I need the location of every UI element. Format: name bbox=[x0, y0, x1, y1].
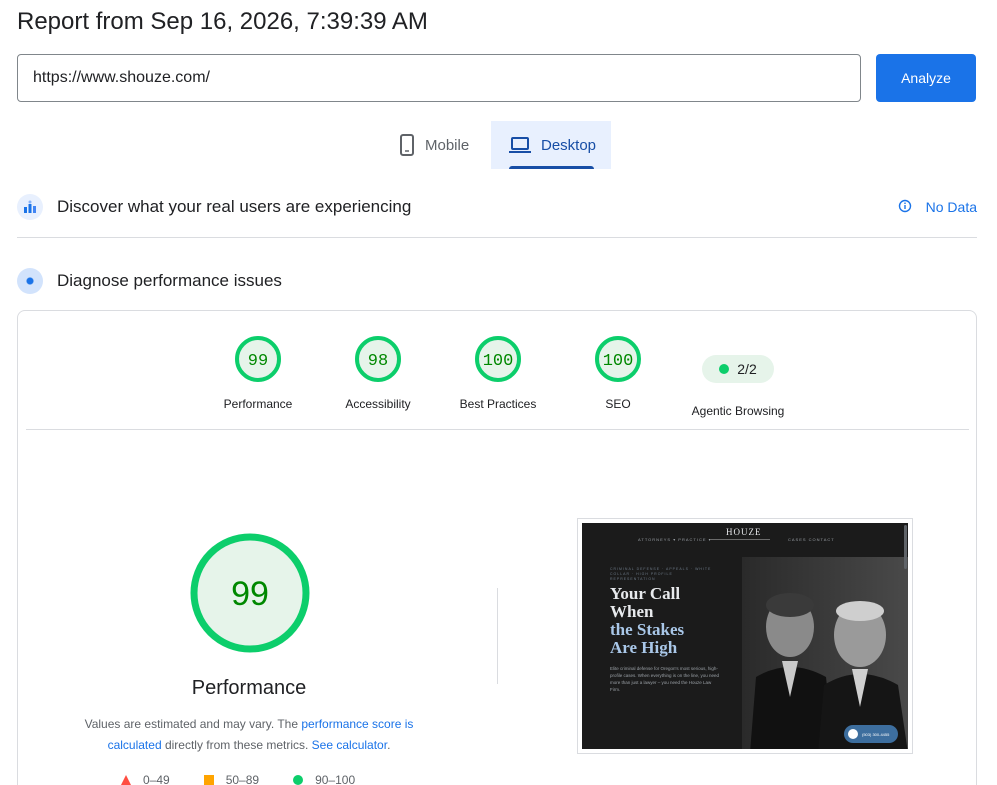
section-divider bbox=[17, 237, 977, 238]
gauge-performance[interactable]: 99 Performance bbox=[198, 335, 318, 411]
gauge-performance-value: 99 bbox=[248, 352, 268, 371]
legend-fail: 0–49 bbox=[121, 773, 170, 785]
explain-text-2: directly from these metrics. bbox=[161, 738, 312, 752]
legend-average: 50–89 bbox=[203, 773, 260, 785]
screenshot-logo-line bbox=[710, 539, 770, 540]
explain-text-3: . bbox=[387, 738, 391, 752]
screenshot-content: ATTORNEYS ▾ PRACTICE ▾ CASES CONTACT HOU… bbox=[582, 523, 908, 749]
pass-dot-icon bbox=[719, 364, 730, 374]
legend-pass: 90–100 bbox=[293, 773, 355, 785]
users-chart-icon bbox=[17, 194, 43, 220]
gauge-accessibility[interactable]: 98 Accessibility bbox=[318, 335, 438, 411]
score-gauges: 99 Performance 98 Accessibility 100 Best… bbox=[18, 335, 978, 435]
analyze-button[interactable]: Analyze bbox=[876, 54, 976, 102]
vertical-divider bbox=[497, 588, 498, 684]
screenshot-body: Elite criminal defense for Oregon's most… bbox=[610, 666, 720, 692]
diagnose-title: Diagnose performance issues bbox=[57, 271, 282, 290]
attorneys-photo bbox=[742, 557, 908, 749]
no-data-label: No Data bbox=[925, 199, 977, 215]
info-icon bbox=[898, 199, 912, 216]
screenshot-nav-left: ATTORNEYS ▾ PRACTICE ▾ bbox=[638, 537, 712, 542]
screenshot-call-button: (503) 300-4455 bbox=[844, 725, 898, 743]
gauge-best-practices-label: Best Practices bbox=[459, 397, 537, 411]
page-screenshot: ATTORNEYS ▾ PRACTICE ▾ CASES CONTACT HOU… bbox=[577, 518, 913, 754]
tab-mobile-label: Mobile bbox=[425, 136, 470, 154]
score-legend: 0–49 50–89 90–100 bbox=[121, 773, 389, 785]
agentic-label: Agentic Browsing bbox=[691, 404, 785, 418]
gauge-best-practices[interactable]: 100 Best Practices bbox=[438, 335, 558, 411]
headline-line-2: When bbox=[610, 602, 654, 621]
tab-desktop[interactable]: Desktop bbox=[491, 121, 611, 169]
gauge-performance-label: Performance bbox=[223, 397, 293, 411]
tab-selected-indicator bbox=[509, 166, 594, 169]
no-data-link[interactable]: No Data bbox=[898, 190, 977, 224]
gauge-agentic-browsing[interactable]: 2/2 Agentic Browsing bbox=[678, 335, 798, 418]
screenshot-kicker: CRIMINAL DEFENSE · APPEALS · WHITE COLLA… bbox=[610, 567, 712, 581]
agentic-value: 2/2 bbox=[737, 361, 757, 377]
headline-line-1: Your Call bbox=[610, 584, 681, 603]
legend-fail-label: 0–49 bbox=[143, 773, 170, 785]
screenshot-call-label: (503) 300-4455 bbox=[862, 731, 890, 737]
performance-explanation: Values are estimated and may vary. The p… bbox=[68, 714, 430, 756]
triangle-icon bbox=[121, 775, 131, 785]
card-divider bbox=[26, 429, 969, 430]
diagnose-section: Diagnose performance issues bbox=[17, 264, 977, 298]
screenshot-logo: HOUZE bbox=[726, 527, 762, 537]
agentic-pill: 2/2 bbox=[702, 355, 774, 383]
headline-line-3: the Stakes bbox=[610, 620, 685, 639]
crux-title: Discover what your real users are experi… bbox=[57, 197, 412, 216]
legend-pass-label: 90–100 bbox=[315, 773, 356, 785]
screenshot-scrollbar bbox=[904, 525, 907, 569]
gauge-accessibility-value: 98 bbox=[368, 352, 388, 371]
screenshot-headline: Your Call When the Stakes Are High bbox=[610, 585, 684, 657]
performance-big-value: 99 bbox=[231, 575, 269, 613]
see-calculator-link[interactable]: See calculator bbox=[312, 738, 387, 752]
crux-section: Discover what your real users are experi… bbox=[17, 190, 977, 224]
gauge-best-practices-value: 100 bbox=[483, 352, 514, 371]
performance-title: Performance bbox=[191, 677, 307, 699]
headline-line-4: Are High bbox=[610, 638, 678, 657]
gauge-seo-label: SEO bbox=[605, 397, 631, 411]
url-input[interactable] bbox=[17, 54, 861, 102]
gauge-accessibility-label: Accessibility bbox=[345, 397, 411, 411]
phone-icon bbox=[848, 729, 858, 739]
performance-big-gauge: 99 bbox=[190, 533, 310, 653]
gauge-seo-value: 100 bbox=[603, 352, 634, 371]
lighthouse-card: 99 Performance 98 Accessibility 100 Best… bbox=[17, 310, 977, 785]
legend-average-label: 50–89 bbox=[225, 773, 260, 785]
tab-mobile[interactable]: Mobile bbox=[381, 121, 491, 169]
explain-text-1: Values are estimated and may vary. The bbox=[84, 717, 302, 731]
circle-icon bbox=[293, 775, 304, 785]
screenshot-nav-right: CASES CONTACT bbox=[788, 537, 835, 542]
laptop-icon bbox=[509, 136, 531, 154]
page-title: Report from Sep 16, 2026, 7:39:39 AM bbox=[17, 8, 428, 35]
gauge-seo[interactable]: 100 SEO bbox=[558, 335, 678, 411]
lighthouse-icon bbox=[17, 268, 43, 294]
tab-desktop-label: Desktop bbox=[541, 136, 597, 154]
square-icon bbox=[203, 775, 214, 785]
phone-icon bbox=[399, 134, 415, 156]
